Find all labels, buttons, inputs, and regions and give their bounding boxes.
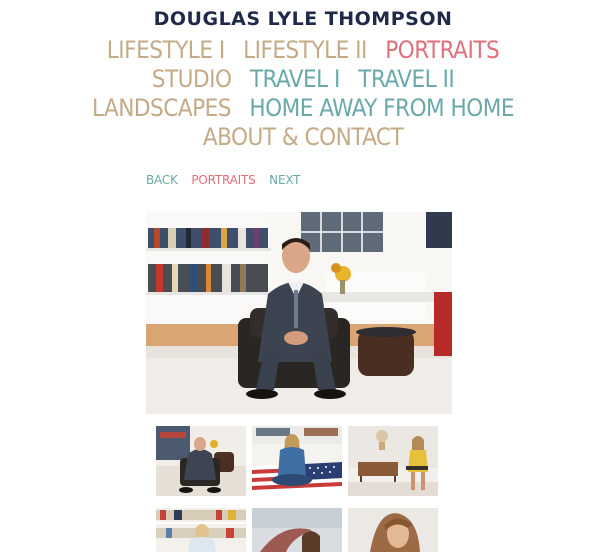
nav-item-travel-1[interactable]: TRAVEL I — [250, 65, 341, 94]
main-photo[interactable] — [146, 212, 452, 414]
thumbnail-illustration — [348, 426, 438, 496]
current-section-link[interactable]: PORTRAITS — [191, 173, 255, 187]
thumbnail-illustration — [156, 508, 246, 552]
thumbnail-illustration — [156, 426, 246, 496]
nav-item-travel-2[interactable]: TRAVEL II — [358, 65, 454, 94]
thumbnail-woman-long-hair[interactable] — [348, 508, 438, 552]
nav-item-portraits[interactable]: PORTRAITS — [385, 36, 500, 65]
back-link[interactable]: BACK — [146, 173, 178, 187]
nav-item-studio[interactable]: STUDIO — [152, 65, 232, 94]
site-title[interactable]: DOUGLAS LYLE THOMPSON — [0, 8, 606, 30]
nav-item-landscapes[interactable]: LANDSCAPES — [92, 94, 232, 123]
nav-item-about-contact[interactable]: ABOUT & CONTACT — [203, 123, 404, 152]
next-link[interactable]: NEXT — [269, 173, 300, 187]
nav-item-home-away-from-home[interactable]: HOME AWAY FROM HOME — [249, 94, 514, 123]
nav-line-2: STUDIO TRAVEL I TRAVEL II — [0, 65, 606, 94]
nav-line-4: ABOUT & CONTACT — [0, 123, 606, 152]
thumbnail-illustration — [252, 426, 342, 496]
nav-item-lifestyle-1[interactable]: LIFESTYLE I — [107, 36, 225, 65]
nav-item-lifestyle-2[interactable]: LIFESTYLE II — [243, 36, 367, 65]
thumbnail-man-in-suit[interactable] — [156, 426, 246, 496]
main-photo-illustration — [146, 212, 452, 414]
thumbnail-illustration — [348, 508, 438, 552]
thumbnail-woman-on-flag[interactable] — [252, 426, 342, 496]
thumbnail-woman-by-bookshelf[interactable] — [156, 508, 246, 552]
thumbnail-woman-in-room[interactable] — [348, 426, 438, 496]
nav-line-3: LANDSCAPES HOME AWAY FROM HOME — [0, 94, 606, 123]
thumbnail-woman-with-scarf[interactable] — [252, 508, 342, 552]
nav-line-1: LIFESTYLE I LIFESTYLE II PORTRAITS — [0, 36, 606, 65]
gallery-subnav: BACK PORTRAITS NEXT — [146, 173, 310, 187]
main-navigation: LIFESTYLE I LIFESTYLE II PORTRAITS STUDI… — [0, 36, 606, 152]
thumbnail-illustration — [252, 508, 342, 552]
